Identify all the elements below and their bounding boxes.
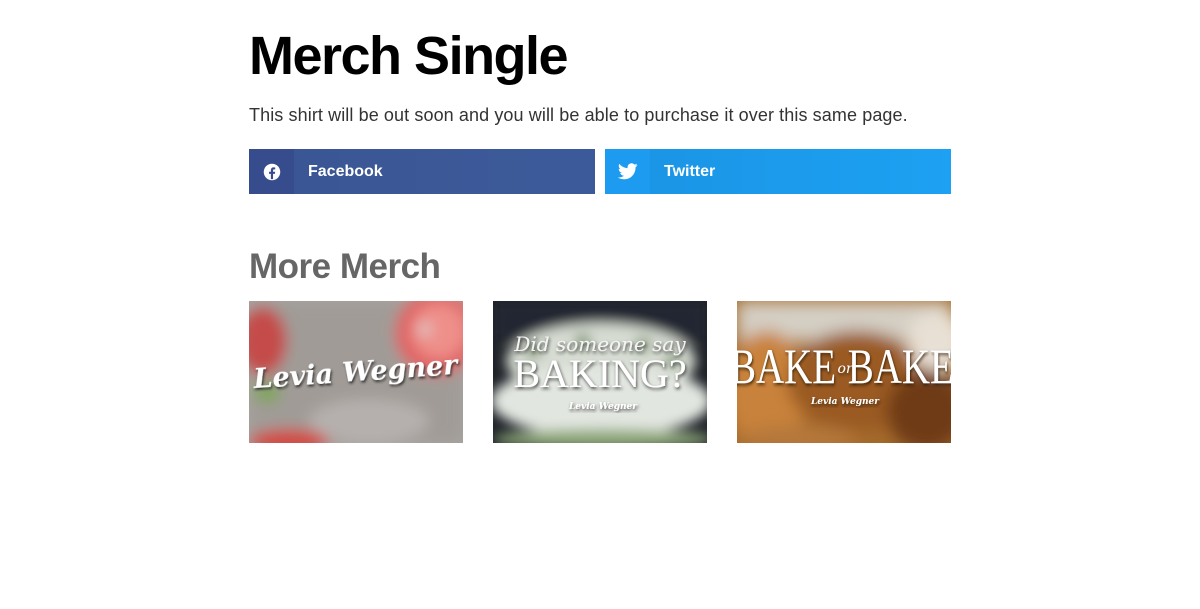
- merch-grid: Levia Wegner Did someone say BAKING? Lev…: [249, 301, 951, 443]
- merch-card-2-signature: Levia Wegner: [568, 402, 638, 412]
- facebook-share-label: Facebook: [294, 149, 595, 194]
- merch-card-3-word-right: BAKE: [848, 338, 951, 394]
- merch-card-levia-wegner[interactable]: Levia Wegner: [249, 301, 463, 443]
- merch-card-bake-or-bake[interactable]: BAKE or BAKE Levia Wegner: [737, 301, 951, 443]
- more-merch-heading: More Merch: [249, 247, 441, 286]
- product-description: This shirt will be out soon and you will…: [249, 105, 908, 125]
- share-buttons: Facebook Twitter: [249, 149, 951, 194]
- merch-card-baking[interactable]: Did someone say BAKING? Levia Wegner: [493, 301, 707, 443]
- main-content: Merch Single This shirt will be out soon…: [249, 26, 951, 443]
- merch-card-3-signature: Levia Wegner: [810, 397, 880, 407]
- page-title: Merch Single: [249, 26, 569, 86]
- merch-card-3-word-left: BAKE: [737, 338, 836, 394]
- facebook-icon: [249, 149, 294, 194]
- twitter-share-label: Twitter: [650, 149, 951, 194]
- facebook-share-button[interactable]: Facebook: [249, 149, 595, 194]
- page: Merch Single This shirt will be out soon…: [0, 0, 1200, 609]
- twitter-share-button[interactable]: Twitter: [605, 149, 951, 194]
- merch-card-2-title: BAKING?: [513, 351, 686, 396]
- twitter-icon: [605, 149, 650, 194]
